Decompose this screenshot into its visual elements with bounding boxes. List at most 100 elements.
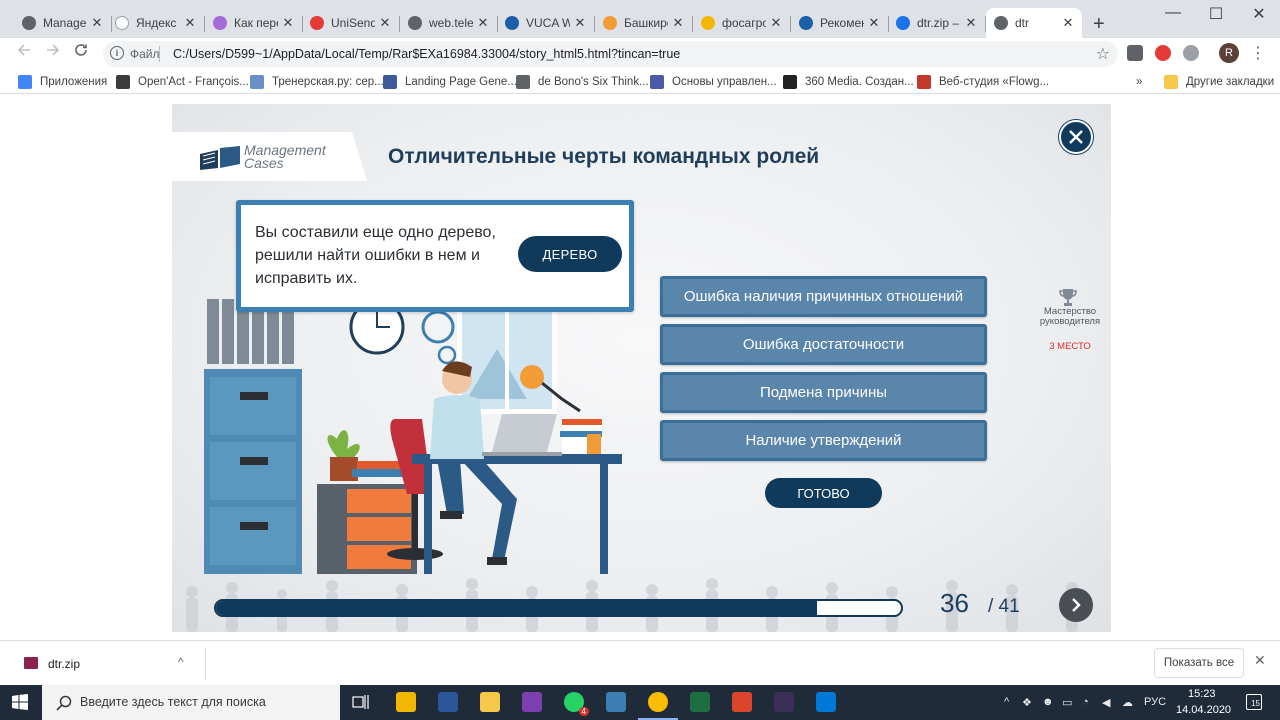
bookmark-item[interactable]: Приложения (18, 73, 107, 90)
taskbar-app-icon[interactable] (396, 692, 416, 712)
logo-text: Management Cases (244, 143, 326, 170)
powerpoint-app-icon[interactable] (732, 692, 752, 712)
word-app-icon[interactable] (438, 692, 458, 712)
browser-tab[interactable]: UniSender ✕ (302, 8, 400, 38)
download-options-chevron-icon[interactable]: ^ (178, 655, 184, 669)
place-label: 3 МЕСТО (1049, 341, 1091, 352)
other-bookmarks-folder[interactable]: Другие закладки (1164, 73, 1274, 90)
bookmark-item[interactable]: Веб-студия «Flowg... (917, 73, 1049, 90)
windows-start-icon[interactable] (12, 694, 28, 710)
browser-tab[interactable]: Manager ✕ (14, 8, 112, 38)
new-tab-button[interactable]: + (1093, 13, 1105, 36)
back-button[interactable] (14, 43, 34, 62)
info-icon[interactable]: i (110, 46, 124, 60)
bookmark-item[interactable]: Основы управлен... (650, 73, 777, 90)
other-bookmarks-label: Другие закладки (1186, 75, 1275, 88)
tab-close-button[interactable]: ✕ (282, 15, 294, 31)
winrar-app-icon[interactable] (774, 692, 794, 712)
tab-close-button[interactable]: ✕ (574, 15, 586, 31)
address-divider (159, 46, 160, 62)
tree-button[interactable]: ДЕРЕВО (518, 236, 622, 272)
whatsapp-badge: 4 (578, 707, 589, 716)
clock-date[interactable]: 14.04.2020 (1176, 704, 1231, 716)
browser-tab[interactable]: Как пере ✕ (205, 8, 303, 38)
taskbar-search-box[interactable]: Введите здесь текст для поиска (42, 685, 340, 720)
cast-extension-icon[interactable] (1127, 45, 1143, 61)
bookmarks-overflow-button[interactable]: » (1136, 73, 1142, 90)
tab-strip: Manager✕Яндекс✕Как пере✕UniSender✕web.te… (0, 0, 1280, 38)
option-sufficiency[interactable]: Ошибка достаточности (660, 324, 987, 365)
option-cause-substitution[interactable]: Подмена причины (660, 372, 987, 413)
whatsapp-app-icon[interactable]: 4 (564, 692, 589, 716)
browser-tab[interactable]: dtr.zip – ✕ (888, 8, 986, 38)
tab-close-button[interactable]: ✕ (1062, 15, 1074, 31)
download-shelf-close-button[interactable]: ✕ (1254, 652, 1266, 669)
profile-avatar[interactable]: R (1219, 43, 1239, 63)
tab-close-button[interactable]: ✕ (965, 15, 977, 31)
arrow-left-icon (17, 44, 30, 56)
total-slides-label: / 41 (988, 596, 1020, 617)
extension-icon[interactable] (1183, 45, 1199, 61)
onenote-app-icon[interactable] (522, 692, 542, 712)
course-progress-bar (214, 599, 903, 617)
option-assertions[interactable]: Наличие утверждений (660, 420, 987, 461)
browser-tab[interactable]: Яндекс ✕ (107, 8, 205, 38)
photo-icon (701, 16, 715, 30)
volume-tray-icon[interactable]: ◀ (1102, 696, 1110, 709)
file-explorer-icon[interactable] (480, 692, 500, 712)
tab-close-button[interactable]: ✕ (868, 15, 880, 31)
tab-close-button[interactable]: ✕ (672, 15, 684, 31)
address-url[interactable]: C:/Users/D599~1/AppData/Local/Temp/Rar$E… (173, 47, 680, 61)
option-causal-relations[interactable]: Ошибка наличия причинных отношений (660, 276, 987, 317)
show-all-downloads-button[interactable]: Показать все (1154, 648, 1244, 678)
bookmark-item[interactable]: Open'Act - François... (116, 73, 249, 90)
close-course-button[interactable] (1059, 120, 1093, 154)
forward-button[interactable] (43, 43, 63, 62)
done-button[interactable]: ГОТОВО (765, 478, 882, 508)
chevron-right-icon (1072, 598, 1081, 612)
people-tray-icon[interactable]: ☻ (1042, 696, 1054, 708)
tray-chevron-icon[interactable]: ^ (1004, 696, 1009, 708)
bookmark-item[interactable]: de Bono's Six Think... (516, 73, 649, 90)
bookmark-favicon-icon (383, 74, 397, 89)
tab-close-button[interactable]: ✕ (184, 15, 196, 31)
address-bar[interactable]: i Файл C:/Users/D599~1/AppData/Local/Tem… (103, 41, 1118, 67)
reload-button[interactable] (71, 43, 91, 62)
bookmark-item[interactable]: 360 Media. Создан... (783, 73, 914, 90)
browser-tab[interactable]: VUCA W ✕ (497, 8, 595, 38)
browser-menu-icon[interactable]: ⋮ (1250, 43, 1266, 63)
excel-app-icon[interactable] (690, 692, 710, 712)
notifications-icon[interactable]: 15 (1246, 694, 1262, 710)
browser-tab[interactable]: Рекомен ✕ (791, 8, 889, 38)
dropbox-tray-icon[interactable]: ❖ (1022, 696, 1032, 709)
tab-close-button[interactable]: ✕ (770, 15, 782, 31)
bookmark-favicon-icon (116, 74, 130, 89)
tab-close-button[interactable]: ✕ (477, 15, 489, 31)
bookmark-item[interactable]: Тренерская.ру: сер... (250, 73, 384, 90)
tab-close-button[interactable]: ✕ (91, 15, 103, 31)
window-close-button[interactable]: ✕ (1244, 4, 1274, 24)
browser-tab[interactable]: фосагро ✕ (693, 8, 791, 38)
browser-tab[interactable]: dtr ✕ (986, 8, 1082, 38)
minimize-button[interactable]: — (1158, 4, 1188, 22)
bookmark-item[interactable]: Landing Page Gene... (383, 73, 517, 90)
wifi-tray-icon[interactable]: ◔ (1082, 696, 1089, 708)
clock-time[interactable]: 15:23 (1188, 688, 1216, 700)
task-view-icon[interactable] (352, 694, 370, 710)
bookmark-star-icon[interactable]: ☆ (1096, 44, 1110, 64)
photos-app-icon[interactable] (816, 692, 836, 712)
browser-tab[interactable]: web.teleg ✕ (400, 8, 498, 38)
globe-icon (408, 16, 422, 30)
bookmark-label: de Bono's Six Think... (538, 75, 649, 88)
download-item[interactable]: dtr.zip ^ (10, 647, 206, 680)
input-language[interactable]: РУС (1144, 696, 1166, 708)
browser-tab[interactable]: Башкиро ✕ (595, 8, 693, 38)
onedrive-tray-icon[interactable]: ☁ (1122, 696, 1133, 709)
yandex-extension-icon[interactable] (1155, 45, 1171, 61)
tab-close-button[interactable]: ✕ (379, 15, 391, 31)
next-slide-button[interactable] (1059, 588, 1093, 622)
battery-tray-icon[interactable]: ▭ (1062, 696, 1072, 709)
maximize-button[interactable]: ☐ (1201, 4, 1231, 24)
chrome-app-icon[interactable] (638, 692, 678, 720)
network-app-icon[interactable] (606, 692, 626, 712)
